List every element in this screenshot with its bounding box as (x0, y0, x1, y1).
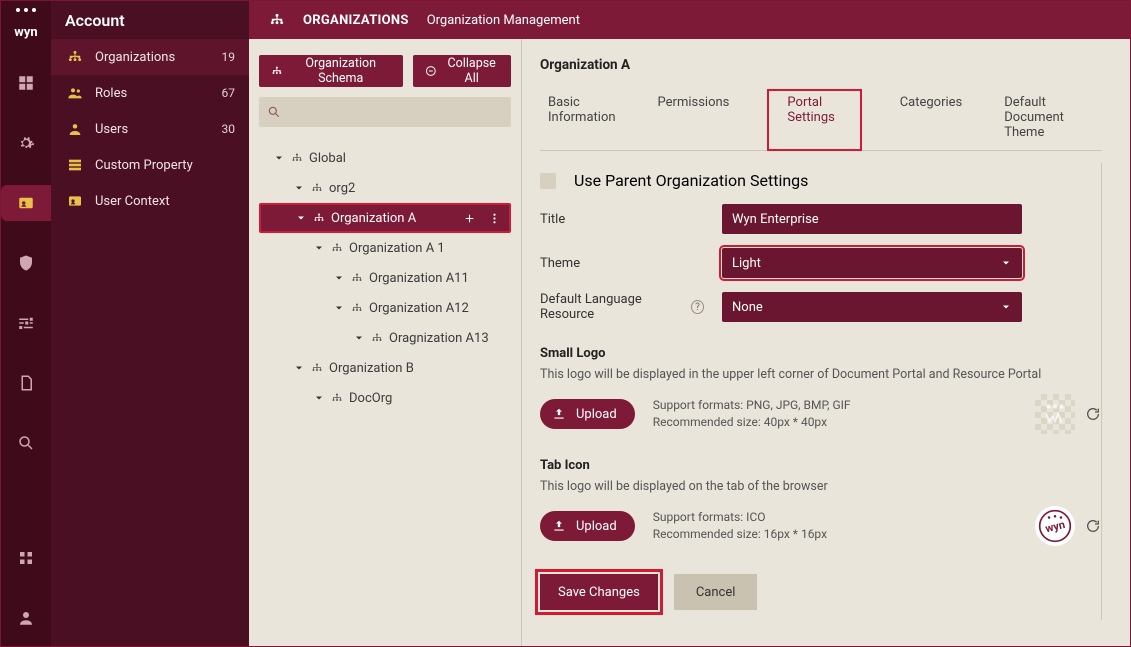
section-heading: Small Logo (540, 346, 1101, 361)
save-button[interactable]: Save Changes (540, 574, 658, 610)
sidebar-item-custom-property[interactable]: Custom Property (51, 147, 249, 183)
search-icon (267, 105, 281, 119)
sidebar: Account Organizations 19 Roles 67 Users … (51, 1, 249, 646)
rail-document-icon[interactable] (1, 365, 51, 401)
help-icon[interactable]: ? (691, 300, 704, 314)
rail-dashboard-icon[interactable] (1, 65, 51, 101)
tree-node[interactable]: Global (259, 143, 511, 173)
org-schema-button[interactable]: Organization Schema (259, 55, 403, 87)
detail-panel: Organization A Basic Information Permiss… (521, 39, 1130, 646)
roles-icon (67, 85, 83, 101)
sidebar-title: Account (51, 1, 249, 39)
tab-basic[interactable]: Basic Information (544, 89, 620, 150)
rail-account-icon[interactable] (1, 185, 51, 221)
section-desc: This logo will be displayed on the tab o… (540, 479, 1101, 494)
topbar: ORGANIZATIONS Organization Management (249, 1, 1130, 39)
lang-select[interactable]: None (722, 292, 1022, 322)
search-input[interactable] (259, 97, 511, 127)
upload-icon (552, 407, 566, 421)
brand-logo: wyn (9, 7, 43, 41)
tab-categories[interactable]: Categories (896, 89, 967, 150)
page-subtitle: Organization Management (427, 13, 580, 28)
small-logo-upload-button[interactable]: Upload (540, 399, 635, 429)
use-parent-label: Use Parent Organization Settings (574, 171, 808, 190)
org-icon (269, 12, 285, 28)
org-icon (67, 49, 83, 65)
title-field[interactable]: Wyn Enterprise (722, 204, 1022, 234)
collapse-icon (425, 64, 437, 78)
sidebar-item-roles[interactable]: Roles 67 (51, 75, 249, 111)
sidebar-item-organizations[interactable]: Organizations 19 (51, 39, 249, 75)
search-field[interactable] (287, 105, 503, 120)
tree-node[interactable]: Organization B (259, 353, 511, 383)
section-heading: Tab Icon (540, 458, 1101, 473)
reset-icon[interactable] (1085, 518, 1101, 534)
rail-settings-icon[interactable] (1, 125, 51, 161)
reset-icon[interactable] (1085, 406, 1101, 422)
sidebar-item-count: 19 (222, 50, 236, 64)
rail-search-icon[interactable] (1, 425, 51, 461)
rail-user-icon[interactable] (1, 600, 51, 636)
nav-rail: wyn (1, 1, 51, 646)
small-logo-thumb (1035, 394, 1075, 434)
small-logo-meta: Support formats: PNG, JPG, BMP, GIF Reco… (653, 397, 851, 431)
tab-portal-settings[interactable]: Portal Settings (767, 89, 861, 151)
tree-node[interactable]: Organization A11 (259, 263, 511, 293)
sidebar-item-label: Users (95, 122, 128, 137)
chevron-down-icon (1000, 257, 1012, 269)
user-icon (67, 121, 83, 137)
tab-permissions[interactable]: Permissions (654, 89, 734, 150)
page-title: ORGANIZATIONS (303, 13, 409, 28)
lang-label: Default Language Resource ? (540, 292, 704, 322)
theme-select[interactable]: Light (722, 248, 1022, 278)
sidebar-item-user-context[interactable]: User Context (51, 183, 249, 219)
sidebar-item-count: 30 (222, 122, 236, 136)
cancel-button[interactable]: Cancel (674, 574, 758, 610)
collapse-all-button[interactable]: Collapse All (413, 55, 511, 87)
tree-node[interactable]: DocOrg (259, 383, 511, 413)
tab-icon-thumb: wyn (1035, 506, 1075, 546)
tree-node[interactable]: Oragnization A13 (259, 323, 511, 353)
theme-label: Theme (540, 256, 704, 271)
button-label: Organization Schema (291, 56, 391, 86)
context-icon (67, 193, 83, 209)
org-tree-panel: Organization Schema Collapse All Globalo… (249, 39, 521, 646)
tree-node[interactable]: Organization A (259, 203, 511, 233)
prop-icon (67, 157, 83, 173)
tree-node[interactable]: org2 (259, 173, 511, 203)
sidebar-item-label: Organizations (95, 50, 175, 65)
use-parent-checkbox[interactable] (540, 173, 556, 189)
rail-security-icon[interactable] (1, 245, 51, 281)
tab-icon-meta: Support formats: ICO Recommended size: 1… (653, 509, 827, 543)
tab-default-theme[interactable]: Default Document Theme (1000, 89, 1102, 150)
tree-node[interactable]: Organization A 1 (259, 233, 511, 263)
chevron-down-icon (1000, 301, 1012, 313)
section-desc: This logo will be displayed in the upper… (540, 367, 1101, 382)
tabs: Basic Information Permissions Portal Set… (540, 85, 1102, 151)
org-icon (271, 64, 283, 78)
small-logo-section: Small Logo This logo will be displayed i… (540, 336, 1101, 434)
plus-icon[interactable] (463, 212, 476, 225)
tab-icon-section: Tab Icon This logo will be displayed on … (540, 448, 1101, 546)
rail-apps-icon[interactable] (1, 540, 51, 576)
sidebar-item-label: Roles (95, 86, 127, 101)
detail-heading: Organization A (540, 57, 1102, 73)
tab-icon-upload-button[interactable]: Upload (540, 511, 635, 541)
sidebar-item-label: Custom Property (95, 158, 193, 173)
rail-sliders-icon[interactable] (1, 305, 51, 341)
tree-node[interactable]: Organization A12 (259, 293, 511, 323)
sidebar-item-count: 67 (222, 86, 236, 100)
button-label: Collapse All (444, 56, 499, 86)
sidebar-item-label: User Context (95, 194, 170, 209)
upload-icon (552, 519, 566, 533)
kebab-icon[interactable] (488, 212, 501, 225)
title-label: Title (540, 212, 704, 227)
sidebar-item-users[interactable]: Users 30 (51, 111, 249, 147)
